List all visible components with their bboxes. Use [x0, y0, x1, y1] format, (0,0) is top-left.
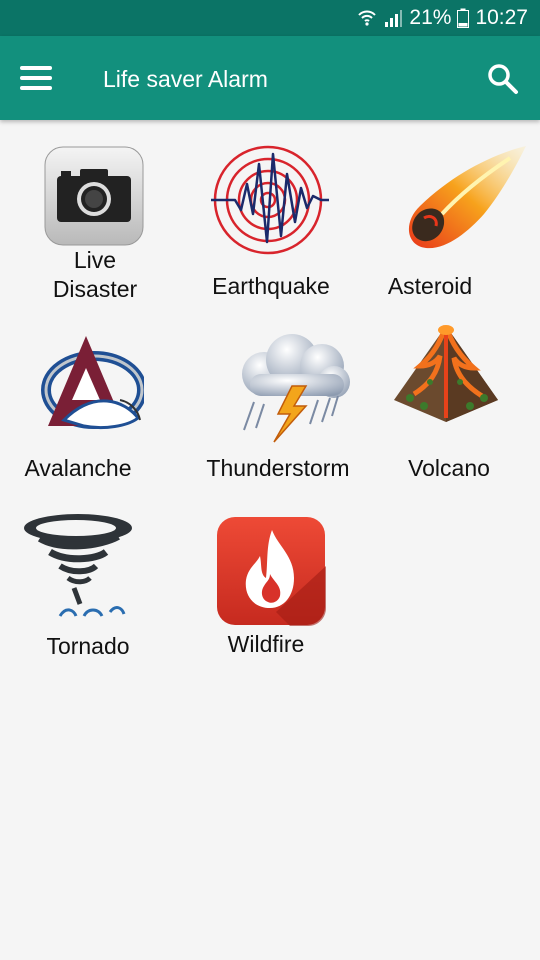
hamburger-menu-icon[interactable] [18, 62, 54, 94]
volcano-icon [390, 322, 502, 424]
signal-icon [383, 8, 403, 28]
battery-icon [457, 8, 470, 28]
status-bar: 21% 10:27 [0, 0, 540, 36]
avalanche-logo-icon [34, 330, 147, 440]
tile-label: Asteroid [387, 273, 473, 299]
app-title: Life saver Alarm [103, 66, 268, 92]
fire-icon [216, 516, 326, 626]
clock: 10:27 [475, 6, 528, 29]
seismograph-icon [211, 144, 331, 256]
tile-asteroid[interactable]: Asteroid [370, 144, 530, 306]
battery-percent: 21% [409, 6, 452, 29]
tile-label: Avalanche [24, 455, 132, 481]
tile-earthquake[interactable]: Earthquake [196, 144, 346, 306]
tile-thunderstorm[interactable]: Thunderstorm [196, 330, 366, 481]
tile-volcano[interactable]: Volcano [386, 322, 526, 481]
search-icon[interactable] [486, 62, 520, 96]
tile-label: Live Disaster [52, 247, 138, 302]
tile-label: Wildfire [227, 631, 305, 657]
tile-label: Tornado [46, 633, 130, 659]
wifi-icon [357, 8, 377, 28]
tile-label: Volcano [408, 455, 490, 481]
tornado-icon [20, 508, 140, 626]
meteor-icon [398, 144, 528, 254]
tile-tornado[interactable]: Tornado [20, 508, 160, 664]
tile-live-disaster[interactable]: Live Disaster [30, 146, 160, 306]
tile-label: Earthquake [212, 273, 330, 299]
tile-label: Thunderstorm [206, 455, 350, 481]
tile-avalanche[interactable]: Avalanche [20, 330, 150, 481]
tile-wildfire[interactable]: Wildfire [206, 516, 336, 664]
app-bar: Life saver Alarm [0, 36, 540, 120]
thunderstorm-icon [234, 330, 354, 446]
camera-icon [44, 146, 144, 246]
